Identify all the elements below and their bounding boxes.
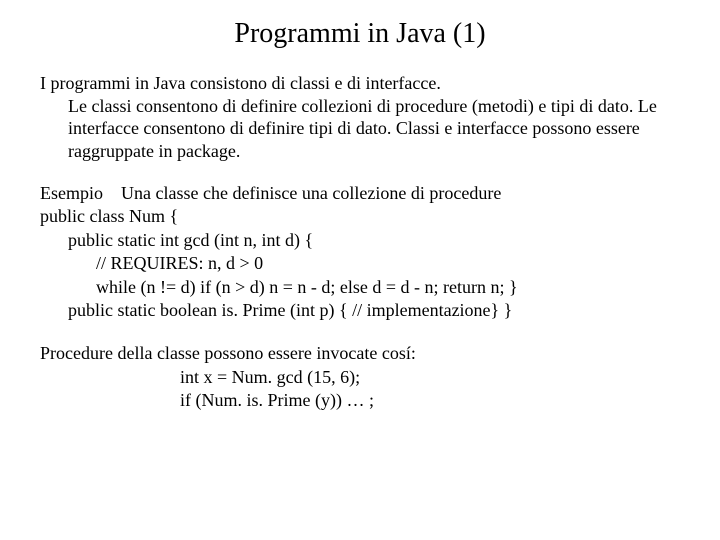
code-line-2: public static int gcd (int n, int d) { — [40, 229, 680, 252]
code-line-3: // REQUIRES: n, d > 0 — [40, 252, 680, 275]
intro-paragraph: I programmi in Java consistono di classi… — [40, 72, 680, 162]
invoke-block: Procedure della classe possono essere in… — [40, 342, 680, 412]
intro-body: Le classi consentono di definire collezi… — [40, 95, 680, 163]
slide-title: Programmi in Java (1) — [40, 18, 680, 50]
example-header: Esempio Una classe che definisce una col… — [40, 182, 680, 205]
code-line-4: while (n != d) if (n > d) n = n - d; els… — [40, 276, 680, 299]
invoke-line-1: int x = Num. gcd (15, 6); — [40, 366, 680, 389]
code-line-1: public class Num { — [40, 205, 680, 228]
example-label: Esempio — [40, 183, 103, 203]
example-block: Esempio Una classe che definisce una col… — [40, 182, 680, 322]
slide: Programmi in Java (1) I programmi in Jav… — [0, 0, 720, 453]
invoke-intro: Procedure della classe possono essere in… — [40, 342, 680, 365]
example-caption: Una classe che definisce una collezione … — [121, 183, 501, 203]
invoke-line-2: if (Num. is. Prime (y)) … ; — [40, 389, 680, 412]
intro-line: I programmi in Java consistono di classi… — [40, 72, 680, 95]
code-line-5: public static boolean is. Prime (int p) … — [40, 299, 680, 322]
